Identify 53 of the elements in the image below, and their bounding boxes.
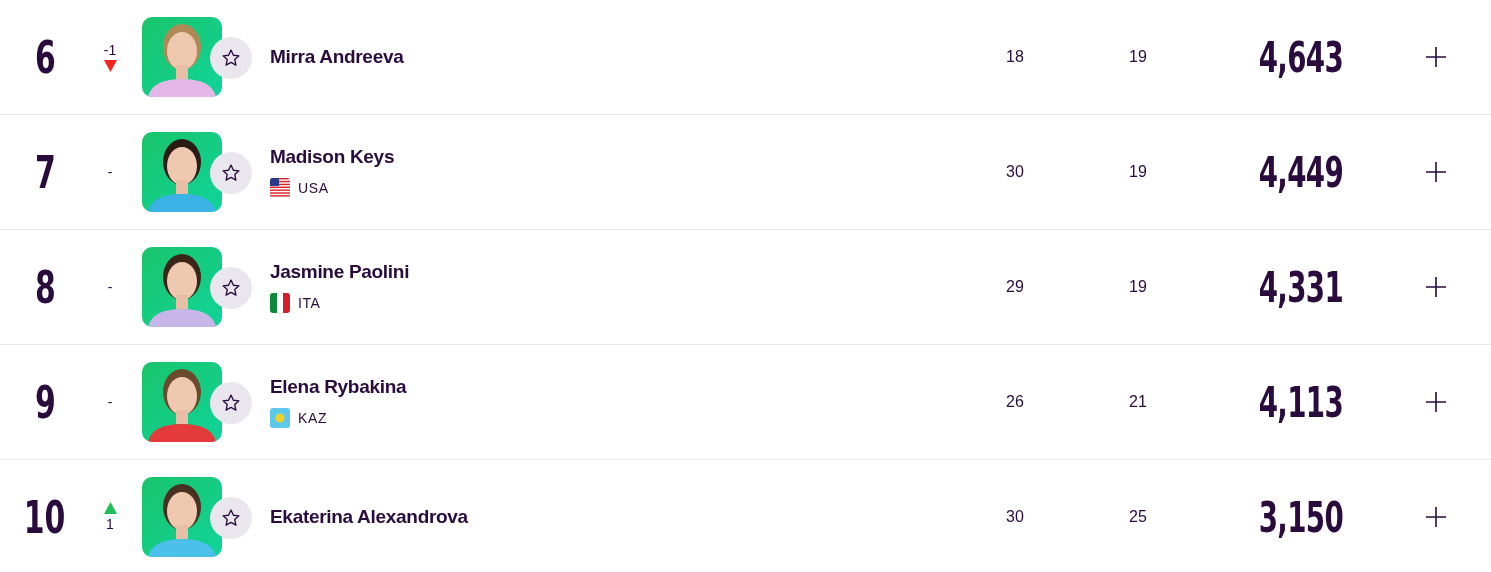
country-code: ITA bbox=[298, 295, 321, 311]
plus-icon bbox=[1425, 276, 1447, 298]
age: 30 bbox=[1006, 163, 1024, 181]
tournaments-played: 25 bbox=[1129, 508, 1147, 526]
age: 30 bbox=[1006, 508, 1024, 526]
star-icon bbox=[221, 278, 241, 298]
points: 4,643 bbox=[1258, 32, 1344, 82]
player-name[interactable]: Jasmine Paolini bbox=[270, 261, 975, 283]
player-name[interactable]: Ekaterina Alexandrova bbox=[270, 506, 975, 528]
star-icon bbox=[221, 163, 241, 183]
tournaments-played: 19 bbox=[1129, 48, 1147, 66]
rank-number: 6 bbox=[34, 31, 56, 83]
favorite-button[interactable] bbox=[210, 37, 252, 79]
expand-button[interactable] bbox=[1424, 390, 1448, 414]
rank-change: - bbox=[107, 279, 113, 295]
favorite-button[interactable] bbox=[210, 152, 252, 194]
plus-icon bbox=[1425, 46, 1447, 68]
tournaments-played: 21 bbox=[1129, 393, 1147, 411]
points: 4,449 bbox=[1258, 147, 1344, 197]
star-icon bbox=[221, 393, 241, 413]
rank-number: 9 bbox=[34, 376, 56, 428]
favorite-button[interactable] bbox=[210, 267, 252, 309]
rank-change: - bbox=[107, 164, 113, 180]
rank-change: -1 bbox=[103, 42, 117, 58]
rank-number: 7 bbox=[34, 146, 56, 198]
tournaments-played: 19 bbox=[1129, 278, 1147, 296]
rank-number: 10 bbox=[24, 491, 66, 543]
rank-change: - bbox=[107, 394, 113, 410]
expand-button[interactable] bbox=[1424, 505, 1448, 529]
country-code: USA bbox=[298, 180, 329, 196]
country-code: KAZ bbox=[298, 410, 328, 426]
tournaments-played: 19 bbox=[1129, 163, 1147, 181]
player-name[interactable]: Madison Keys bbox=[270, 146, 975, 168]
points: 4,331 bbox=[1258, 262, 1344, 312]
plus-icon bbox=[1425, 391, 1447, 413]
plus-icon bbox=[1425, 161, 1447, 183]
favorite-button[interactable] bbox=[210, 497, 252, 539]
plus-icon bbox=[1425, 506, 1447, 528]
age: 26 bbox=[1006, 393, 1024, 411]
expand-button[interactable] bbox=[1424, 160, 1448, 184]
favorite-button[interactable] bbox=[210, 382, 252, 424]
player-name[interactable]: Elena Rybakina bbox=[270, 376, 975, 398]
expand-button[interactable] bbox=[1424, 275, 1448, 299]
points: 4,113 bbox=[1258, 377, 1344, 427]
rank-change: 1 bbox=[106, 516, 114, 532]
rank-number: 8 bbox=[34, 261, 56, 313]
expand-button[interactable] bbox=[1424, 45, 1448, 69]
player-name[interactable]: Mirra Andreeva bbox=[270, 46, 975, 68]
age: 29 bbox=[1006, 278, 1024, 296]
star-icon bbox=[221, 48, 241, 68]
points: 3,150 bbox=[1258, 492, 1344, 542]
star-icon bbox=[221, 508, 241, 528]
age: 18 bbox=[1006, 48, 1024, 66]
